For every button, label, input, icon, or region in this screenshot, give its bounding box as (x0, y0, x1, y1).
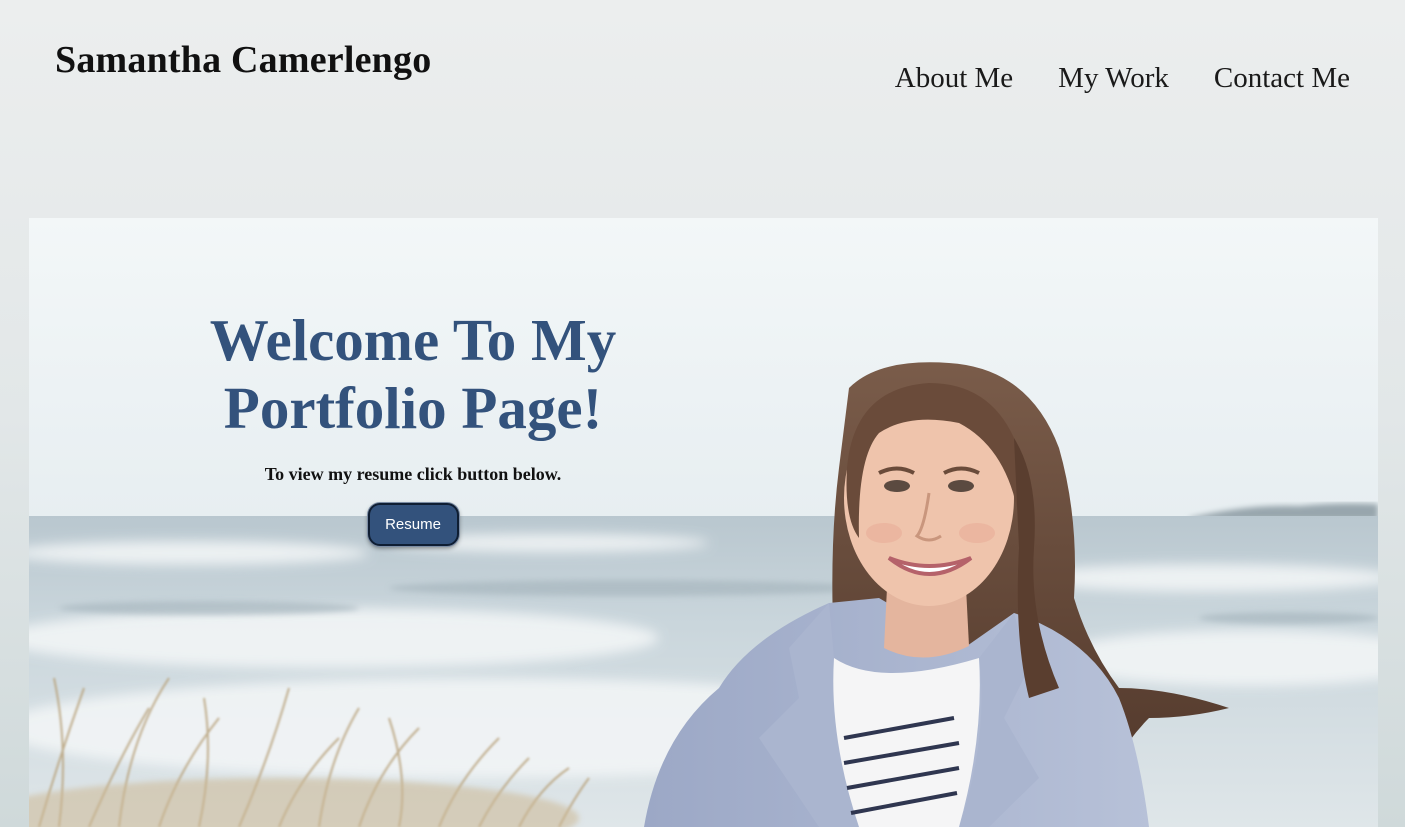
nav-about-me[interactable]: About Me (895, 62, 1013, 95)
site-title: Samantha Camerlengo (55, 39, 432, 81)
nav-my-work[interactable]: My Work (1058, 62, 1169, 95)
resume-button[interactable]: Resume (367, 503, 459, 546)
nav-contact-me[interactable]: Contact Me (1214, 62, 1350, 95)
hero-section: Welcome To My Portfolio Page! To view my… (29, 218, 1378, 827)
hero-heading: Welcome To My Portfolio Page! (142, 306, 684, 442)
hero-copy: Welcome To My Portfolio Page! To view my… (142, 306, 684, 546)
hero-heading-line-1: Welcome To My (209, 307, 617, 373)
hero-subtitle: To view my resume click button below. (264, 464, 562, 484)
hero-heading-line-2: Portfolio Page! (223, 375, 603, 441)
main-nav: About Me My Work Contact Me (895, 62, 1350, 95)
